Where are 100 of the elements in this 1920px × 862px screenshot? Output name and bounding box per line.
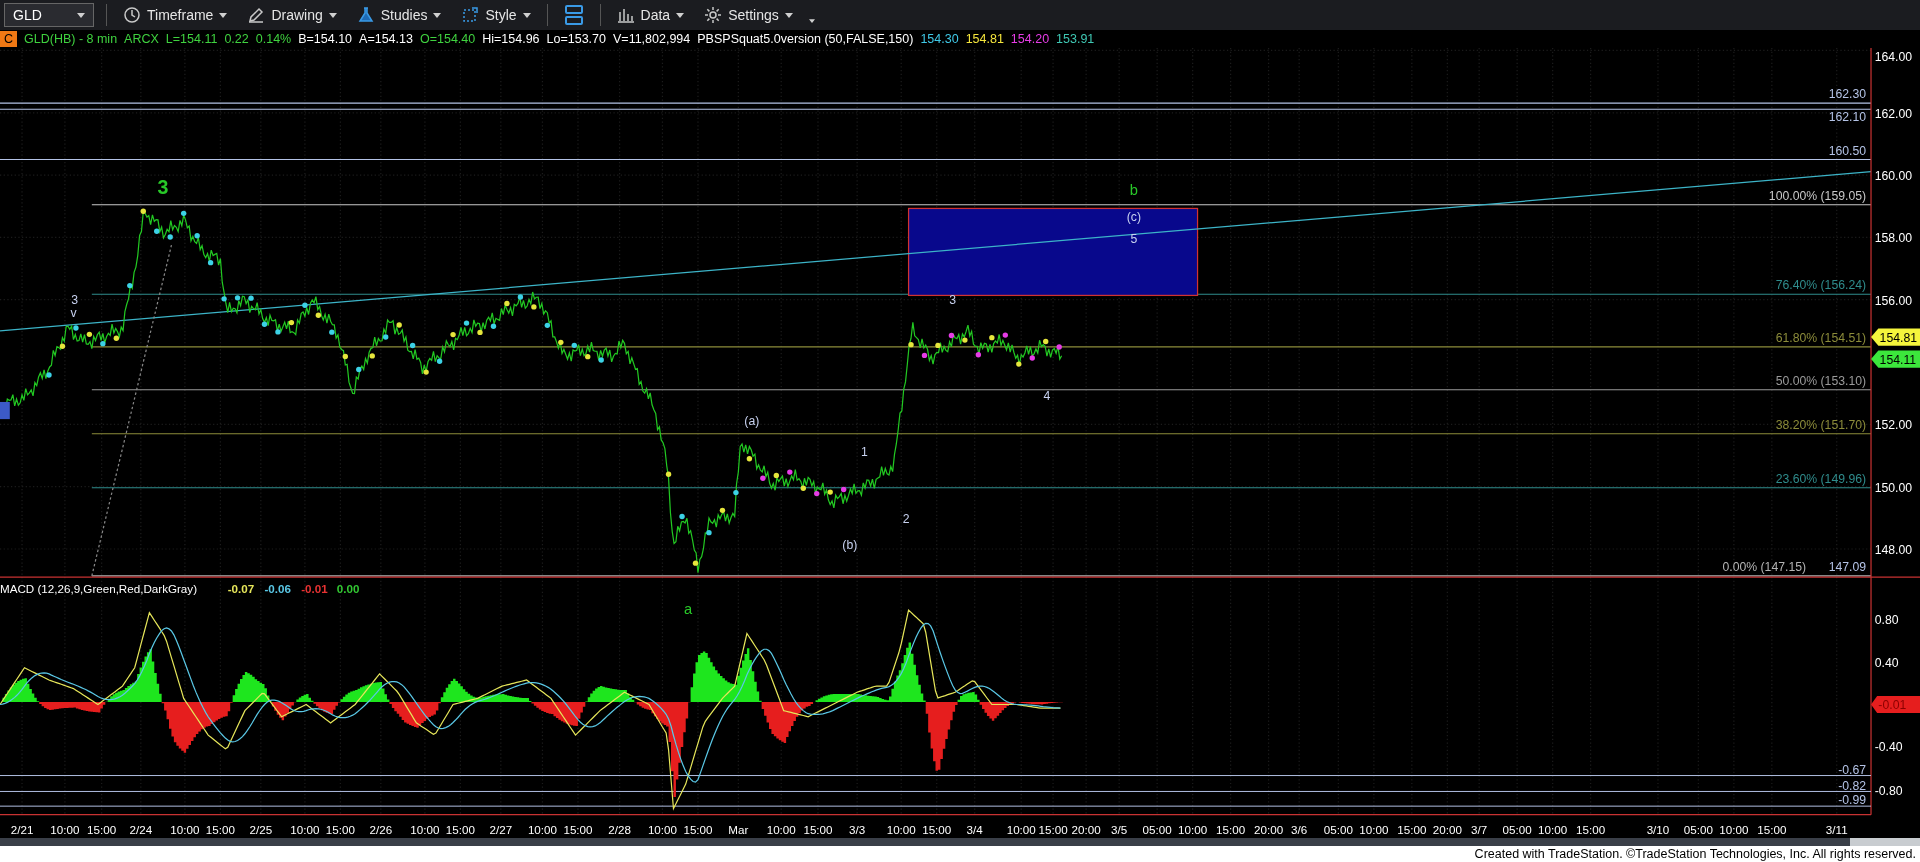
time-axis-label: 15:00	[1576, 823, 1606, 837]
layout-icon	[563, 4, 584, 26]
macd-level-label: -0.99	[1838, 793, 1867, 808]
level-label: 147.09	[1828, 560, 1867, 574]
level-label: 100.00% (159.05)	[1768, 188, 1867, 203]
edge-marker	[0, 401, 10, 420]
quote-value: PBSPSquat5.0version (50,FALSE,150)	[697, 30, 914, 48]
price-axis-label: 158.00	[1874, 231, 1913, 246]
macd-title: MACD (12,26,9,Green,Red,DarkGray)	[0, 582, 197, 596]
time-axis-label: 15:00	[1397, 823, 1427, 837]
wave-label: 5	[1130, 231, 1138, 246]
price-axis-label: 150.00	[1874, 480, 1913, 495]
time-axis-label: 2/25	[249, 823, 273, 837]
time-axis-label: 15:00	[922, 823, 952, 837]
quote-value: L=154.11	[165, 30, 218, 48]
horizontal-scrollbar[interactable]	[0, 838, 1920, 846]
time-axis-label: 10:00	[647, 823, 677, 837]
dashed-square-icon	[461, 6, 480, 24]
toolbar-menu-button[interactable]: Settings	[700, 2, 797, 28]
macd-axis-label: 0.80	[1874, 612, 1899, 627]
time-axis-label: 20:00	[1071, 823, 1101, 837]
quote-value: A=154.13	[359, 30, 413, 48]
time-axis-label: 3/5	[1111, 823, 1128, 837]
time-axis-label: 15:00	[803, 823, 833, 837]
macd-value: -0.06	[264, 582, 291, 596]
level-label: 76.40% (156.24)	[1775, 278, 1867, 293]
macd-value-tag: -0.01	[1871, 695, 1920, 714]
time-axis-label: 15:00	[1216, 823, 1246, 837]
time-axis-label: 05:00	[1323, 823, 1353, 837]
macd-level-label: -0.82	[1838, 778, 1867, 793]
time-axis-label: 05:00	[1142, 823, 1172, 837]
time-axis-label: 10:00	[170, 823, 200, 837]
quote-value: 154.81	[965, 30, 1004, 48]
caret-icon	[522, 12, 531, 18]
quote-value: 153.91	[1056, 30, 1095, 48]
wave-label: 1	[861, 444, 868, 459]
bar-chart-icon	[616, 6, 635, 24]
time-axis-label: 2/24	[129, 823, 153, 837]
wave-label: (c)	[1126, 209, 1141, 224]
toolbar-menu-button[interactable]: Drawing	[243, 2, 341, 28]
macd-value: -0.01	[301, 582, 328, 596]
time-axis-label: 10:00	[1006, 823, 1036, 837]
time-axis-label: 3/10	[1646, 823, 1670, 837]
price-axis-label: 148.00	[1874, 542, 1913, 557]
level-label: 23.60% (149.96)	[1775, 471, 1867, 486]
time-axis-label: 3/4	[966, 823, 983, 837]
time-axis-label: 15:00	[325, 823, 355, 837]
wave-label: (a)	[744, 414, 760, 429]
time-axis-label: 15:00	[1038, 823, 1068, 837]
level-label: 162.30	[1828, 87, 1867, 102]
time-axis-label: 20:00	[1254, 823, 1284, 837]
level-label: 50.00% (153.10)	[1775, 373, 1867, 388]
time-axis-label: 20:00	[1432, 823, 1462, 837]
quote-value: GLD(HB) - 8 min	[24, 30, 118, 48]
price-axis-label: 162.00	[1874, 106, 1913, 121]
time-axis-label: 05:00	[1683, 823, 1713, 837]
time-axis-label: 10:00	[766, 823, 796, 837]
time-axis-label: 3/3	[849, 823, 866, 837]
price-axis-label: 152.00	[1874, 418, 1913, 433]
macd-axis-label: -0.80	[1874, 784, 1903, 799]
caret-icon	[676, 12, 685, 18]
price-tag: 154.11	[1871, 350, 1920, 368]
level-label: 0.00% (147.15)	[1722, 560, 1807, 574]
wave-label: 3	[157, 175, 169, 198]
toolbar-menu-button[interactable]: Style	[457, 2, 535, 28]
time-axis-label: 10:00	[50, 823, 80, 837]
time-axis-label: 15:00	[205, 823, 235, 837]
time-axis-label: 15:00	[87, 823, 117, 837]
toolbar-menu-button[interactable]: Timeframe	[119, 2, 232, 28]
macd-axis-label: -0.40	[1874, 740, 1903, 755]
caret-icon	[328, 12, 337, 18]
price-tag: 154.81	[1871, 328, 1920, 346]
chart-badge: C	[0, 31, 18, 47]
toolbar-menu-button[interactable]: Data	[612, 2, 689, 28]
wave-label: 4	[1043, 388, 1051, 403]
time-axis-label: 10:00	[1178, 823, 1208, 837]
price-axis-label: 160.00	[1874, 169, 1913, 183]
overflow-caret-icon[interactable]	[808, 19, 815, 23]
time-axis-label: 10:00	[410, 823, 440, 837]
quote-value: O=154.40	[419, 30, 476, 48]
time-axis-label: 10:00	[290, 823, 320, 837]
wave-label: 2	[902, 512, 910, 527]
macd-value: 0.00	[336, 582, 360, 596]
symbol-dropdown[interactable]: GLD	[4, 3, 94, 27]
caret-icon	[433, 12, 442, 18]
wave-label: 3	[71, 293, 79, 307]
price-axis-label: 164.00	[1874, 50, 1913, 65]
wave-label: a	[684, 600, 693, 617]
caret-icon	[77, 12, 85, 18]
time-axis-label: 3/11	[1825, 823, 1848, 837]
time-axis-label: 10:00	[527, 823, 557, 837]
quote-value: B=154.10	[298, 30, 353, 48]
time-axis-label: 05:00	[1502, 823, 1532, 837]
time-axis-label: 2/21	[10, 823, 34, 837]
toolbar-menu-button[interactable]: Studies	[352, 2, 446, 28]
time-axis-label: Mar	[728, 823, 749, 837]
level-label: 61.80% (154.51)	[1775, 330, 1867, 345]
level-label: 160.50	[1828, 143, 1867, 158]
time-axis-label: 15:00	[563, 823, 593, 837]
time-axis-label: 2/28	[608, 823, 631, 837]
